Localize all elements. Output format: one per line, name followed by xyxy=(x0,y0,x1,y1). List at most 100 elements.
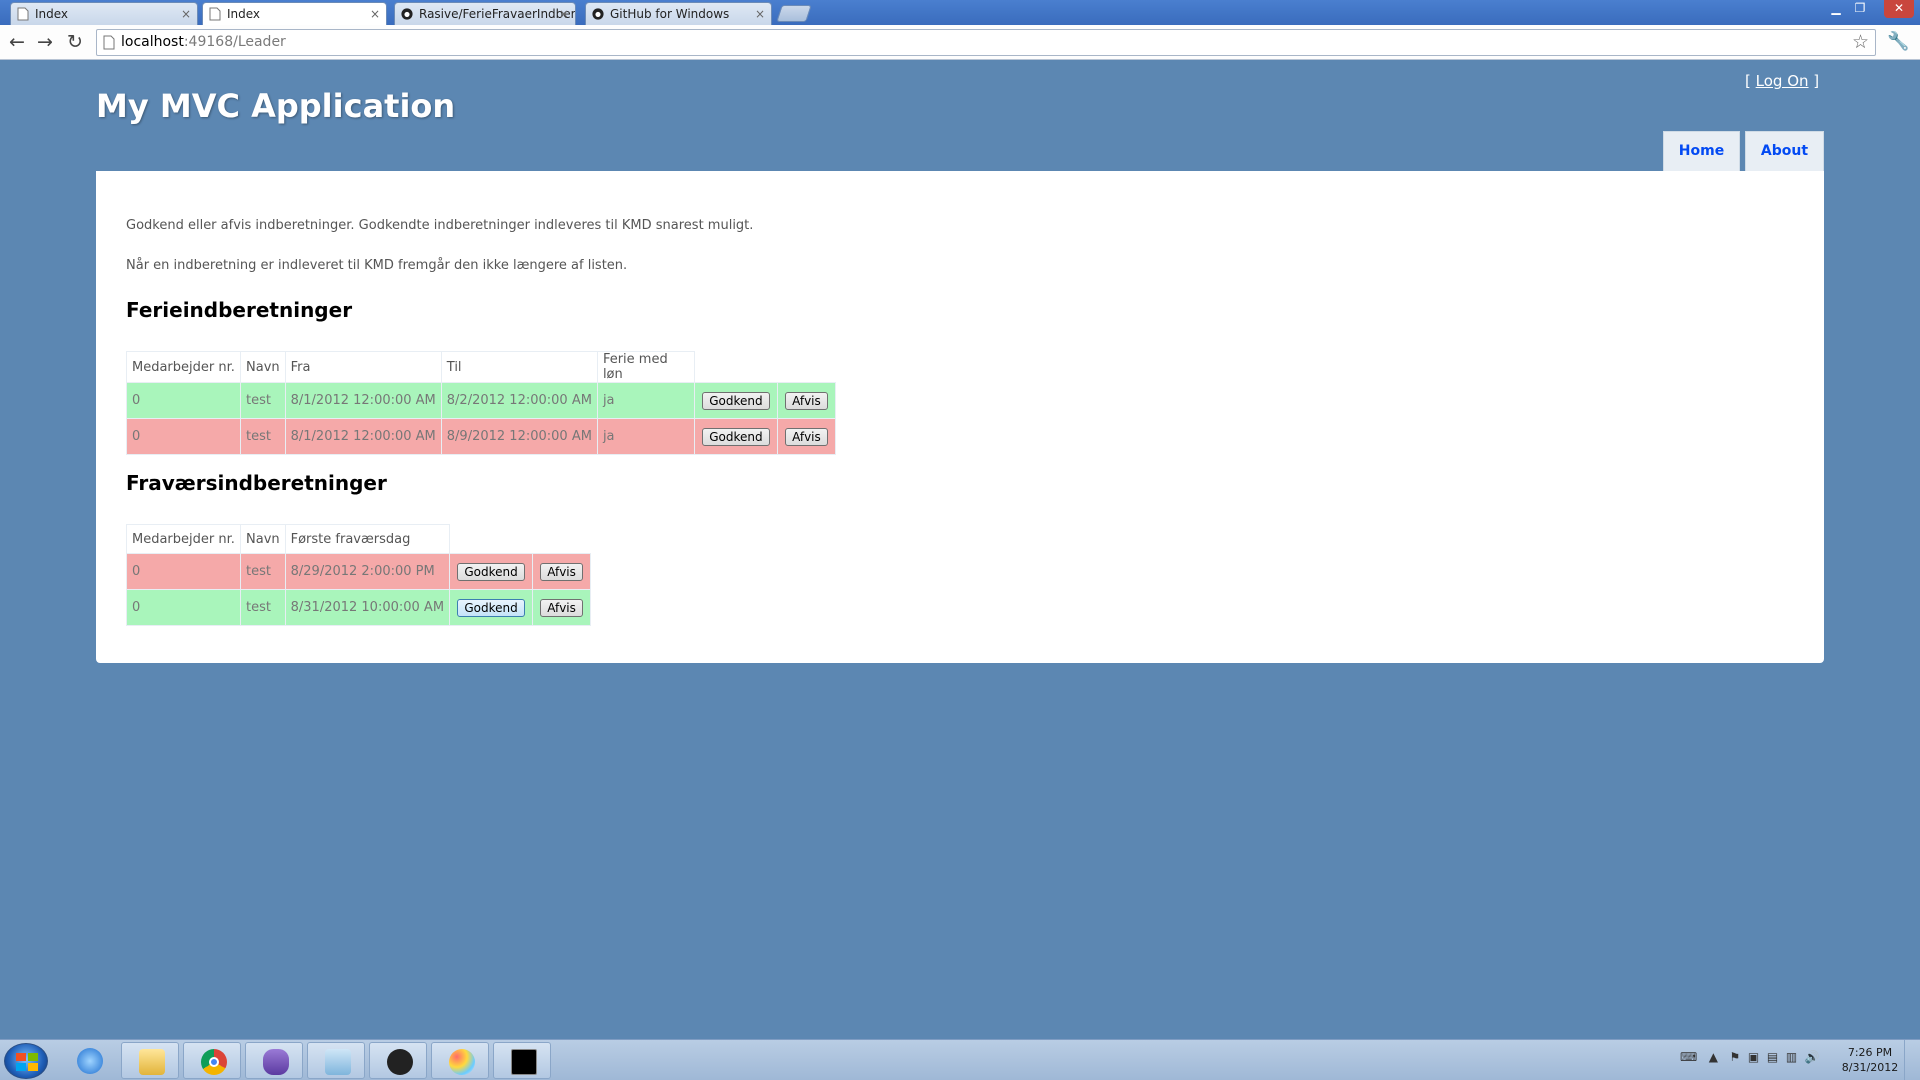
taskbar-clock[interactable]: 7:26 PM 8/31/2012 xyxy=(1830,1045,1910,1075)
cell-name: test xyxy=(240,553,286,590)
device-icon[interactable]: ▣ xyxy=(1748,1050,1759,1064)
cell-employee-nr: 0 xyxy=(126,418,241,455)
tab-index-1[interactable]: Index × xyxy=(10,2,198,25)
taskbar-github[interactable] xyxy=(369,1042,427,1079)
column-header: Til xyxy=(440,351,598,383)
table-row: 0 test 8/1/2012 12:00:00 AM 8/2/2012 12:… xyxy=(126,382,836,419)
cell-approve: Godkend xyxy=(449,589,534,626)
wrench-icon[interactable]: 🔧 xyxy=(1887,31,1909,52)
start-button[interactable] xyxy=(4,1043,48,1079)
github-icon xyxy=(592,8,604,20)
approve-button[interactable]: Godkend xyxy=(702,391,770,410)
logon-bracket-open: [ xyxy=(1745,72,1751,90)
taskbar-internet-explorer[interactable] xyxy=(60,1042,118,1079)
power-icon[interactable]: ▥ xyxy=(1786,1050,1797,1064)
cell-to: 8/2/2012 12:00:00 AM xyxy=(440,382,598,419)
volume-icon[interactable]: 🔊 xyxy=(1805,1050,1820,1064)
page-icon xyxy=(209,7,221,21)
show-desktop-button[interactable] xyxy=(1904,1040,1920,1080)
reject-button[interactable]: Afvis xyxy=(540,562,583,581)
chrome-icon xyxy=(201,1049,227,1075)
reject-button[interactable]: Afvis xyxy=(785,391,828,410)
main-content: Godkend eller afvis indberetninger. Godk… xyxy=(96,171,1824,663)
tab-index-2[interactable]: Index × xyxy=(202,2,387,26)
column-header: Ferie med løn xyxy=(596,351,695,383)
absence-header-row: Medarbejder nr. Navn Første fraværsdag xyxy=(126,524,591,554)
tab-label: GitHub for Windows xyxy=(610,7,730,21)
approve-button[interactable]: Godkend xyxy=(457,562,525,581)
taskbar-chrome[interactable] xyxy=(183,1042,241,1079)
cell-paid: ja xyxy=(596,382,695,419)
tab-github-windows[interactable]: GitHub for Windows × xyxy=(585,2,772,25)
taskbar-paint[interactable] xyxy=(431,1042,489,1079)
cell-reject: Afvis xyxy=(776,382,836,419)
command-prompt-icon xyxy=(511,1049,537,1075)
restore-icon[interactable]: ❐ xyxy=(1848,0,1872,18)
close-icon[interactable]: × xyxy=(559,3,569,25)
clock-time: 7:26 PM xyxy=(1847,1046,1893,1059)
page-title: My MVC Application xyxy=(96,87,456,125)
system-tray: ⌨ ▲ ⚑ ▣ ▤ ▥ 🔊 xyxy=(1680,1050,1820,1064)
cell-name: test xyxy=(240,418,286,455)
clock-date: 8/31/2012 xyxy=(1841,1061,1899,1074)
network-icon[interactable]: ▤ xyxy=(1767,1050,1778,1064)
cell-from: 8/1/2012 12:00:00 AM xyxy=(284,418,442,455)
folder-icon xyxy=(139,1049,165,1075)
reject-button[interactable]: Afvis xyxy=(785,427,828,446)
forward-arrow-icon[interactable]: → xyxy=(32,30,58,56)
close-icon[interactable]: × xyxy=(755,3,765,25)
cell-approve: Godkend xyxy=(693,382,778,419)
column-header-empty xyxy=(777,352,835,383)
logon-link[interactable]: Log On xyxy=(1756,72,1809,90)
taskbar-file-explorer[interactable] xyxy=(121,1042,179,1079)
action-center-flag-icon[interactable]: ⚑ xyxy=(1729,1050,1740,1064)
cell-employee-nr: 0 xyxy=(126,382,241,419)
reload-icon[interactable]: ↻ xyxy=(62,30,88,56)
table-row: 0 test 8/31/2012 10:00:00 AM Godkend Afv… xyxy=(126,589,592,626)
column-header: Medarbejder nr. xyxy=(126,524,241,554)
approve-button[interactable]: Godkend xyxy=(702,427,770,446)
cell-name: test xyxy=(240,589,286,626)
logon-display: [ Log On ] xyxy=(1745,72,1819,90)
paint-palette-icon xyxy=(449,1049,475,1075)
column-header: Navn xyxy=(240,524,286,554)
menu-about[interactable]: About xyxy=(1745,131,1824,171)
vacation-header-row: Medarbejder nr. Navn Fra Til Ferie med l… xyxy=(126,351,836,383)
url-host: localhost xyxy=(121,34,184,50)
show-hidden-icons-icon[interactable]: ▲ xyxy=(1709,1050,1718,1064)
intro-text-2: Når en indberetning er indleveret til KM… xyxy=(126,258,628,273)
github-octocat-icon xyxy=(387,1049,413,1075)
reject-button[interactable]: Afvis xyxy=(540,598,583,617)
table-row: 0 test 8/29/2012 2:00:00 PM Godkend Afvi… xyxy=(126,553,592,590)
vacation-heading: Ferieindberetninger xyxy=(126,298,353,322)
new-tab-button[interactable] xyxy=(776,5,812,22)
github-icon xyxy=(401,8,413,20)
url-path: :49168/Leader xyxy=(183,34,286,50)
cell-first-day: 8/31/2012 10:00:00 AM xyxy=(284,589,451,626)
notepad-icon xyxy=(325,1049,351,1075)
browser-tab-strip: Index × Index × Rasive/FerieFravaerIndbe… xyxy=(0,0,1920,26)
close-icon[interactable]: × xyxy=(181,3,191,25)
close-window-icon[interactable]: ✕ xyxy=(1884,0,1914,18)
taskbar-command-prompt[interactable] xyxy=(493,1042,551,1079)
minimize-icon[interactable]: ▁ xyxy=(1824,0,1848,18)
table-row: 0 test 8/1/2012 12:00:00 AM 8/9/2012 12:… xyxy=(126,418,836,455)
bookmark-star-icon[interactable]: ☆ xyxy=(1852,31,1869,53)
taskbar-notepad[interactable] xyxy=(307,1042,365,1079)
column-header: Navn xyxy=(240,351,286,383)
page-icon xyxy=(17,7,29,21)
back-arrow-icon[interactable]: ← xyxy=(4,30,30,56)
menu-home[interactable]: Home xyxy=(1663,131,1740,171)
absence-table: Medarbejder nr. Navn Første fraværsdag 0… xyxy=(126,524,592,626)
approve-button[interactable]: Godkend xyxy=(457,598,525,617)
taskbar-visual-studio[interactable] xyxy=(245,1042,303,1079)
windows-taskbar: ⌨ ▲ ⚑ ▣ ▤ ▥ 🔊 7:26 PM 8/31/2012 xyxy=(0,1039,1920,1080)
column-header: Fra xyxy=(284,351,442,383)
url-text[interactable]: localhost:49168/Leader xyxy=(121,34,286,50)
tab-label: Index xyxy=(35,7,69,21)
cell-to: 8/9/2012 12:00:00 AM xyxy=(440,418,598,455)
tab-github-repo[interactable]: Rasive/FerieFravaerIndbere × xyxy=(394,2,576,25)
close-icon[interactable]: × xyxy=(370,3,380,25)
address-bar[interactable]: localhost:49168/Leader ☆ xyxy=(96,29,1876,56)
keyboard-icon[interactable]: ⌨ xyxy=(1680,1050,1697,1064)
